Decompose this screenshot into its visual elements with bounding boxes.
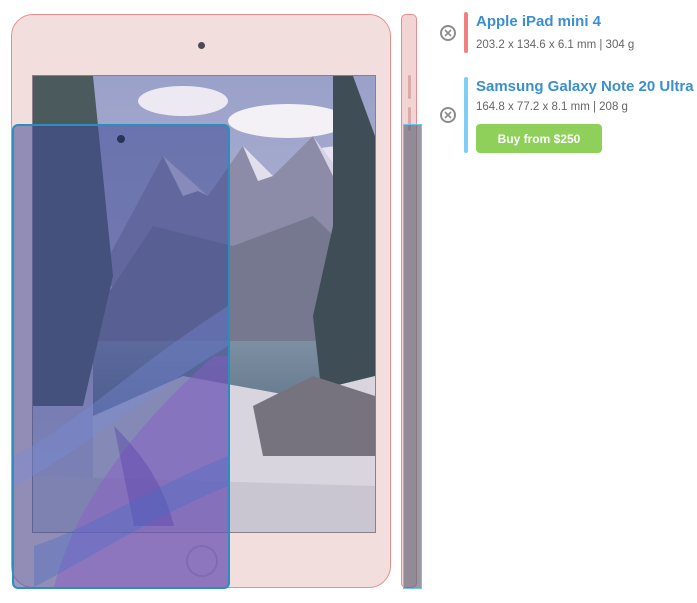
samsung-wallpaper: [14, 306, 228, 587]
close-circle-icon: [444, 111, 452, 119]
device-comparison-view: Apple iPad mini 4 203.2 x 134.6 x 6.1 mm…: [0, 0, 697, 603]
samsung-camera: [117, 135, 125, 143]
samsung-front-outline: [12, 124, 230, 589]
buy-samsung-button[interactable]: Buy from $250: [476, 124, 602, 153]
ipad-device-specs: 203.2 x 134.6 x 6.1 mm | 304 g: [476, 39, 635, 51]
close-circle-icon: [444, 29, 452, 37]
samsung-device-specs: 164.8 x 77.2 x 8.1 mm | 208 g: [476, 101, 628, 113]
remove-samsung-button[interactable]: [440, 107, 456, 123]
ipad-color-indicator: [464, 12, 468, 53]
remove-ipad-button[interactable]: [440, 25, 456, 41]
ipad-camera: [198, 42, 205, 49]
ipad-device-name[interactable]: Apple iPad mini 4: [476, 13, 601, 30]
ipad-volume-up: [408, 75, 411, 99]
samsung-side-profile: [403, 124, 422, 589]
samsung-color-indicator: [464, 77, 468, 153]
samsung-device-name[interactable]: Samsung Galaxy Note 20 Ultra: [476, 78, 694, 95]
